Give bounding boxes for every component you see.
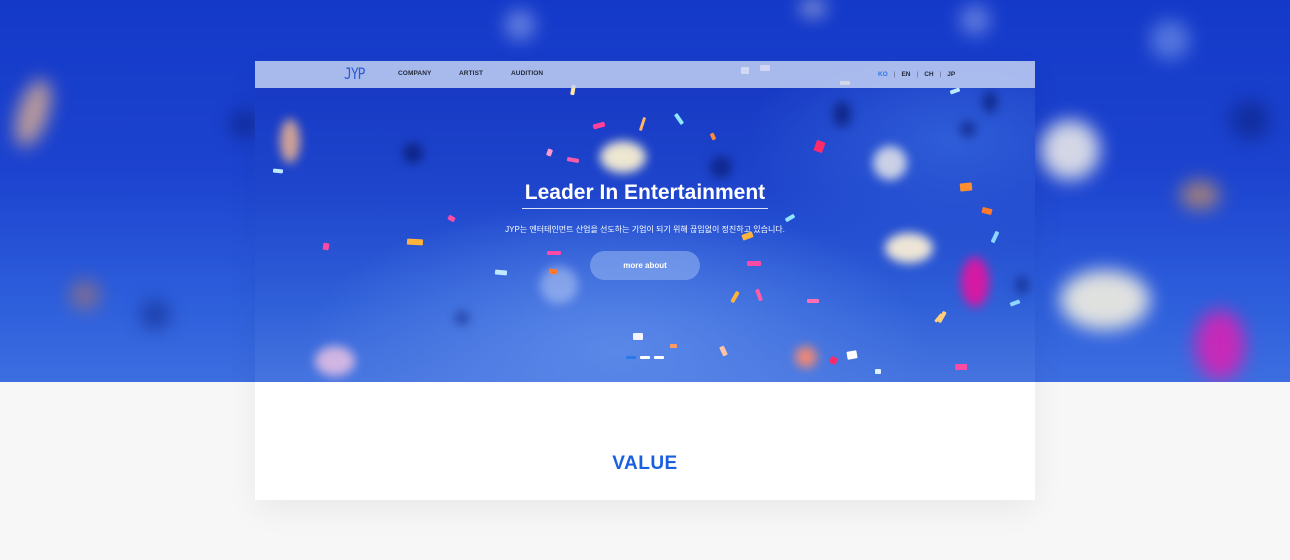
confetti-piece <box>638 116 647 132</box>
slide-indicator-1[interactable] <box>626 356 636 359</box>
confetti-piece <box>592 121 606 130</box>
value-section-heading: VALUE <box>612 453 678 474</box>
confetti-piece <box>447 214 456 223</box>
confetti-piece <box>813 139 826 154</box>
confetti-piece <box>545 148 554 157</box>
more-about-button[interactable]: more about <box>590 251 700 280</box>
page-frame: JYP COMPANY ARTIST AUDITION KO | EN | CH… <box>255 61 1035 500</box>
backdrop-bokeh <box>230 110 258 138</box>
hero-bokeh <box>280 119 300 163</box>
hero-bokeh <box>795 346 817 368</box>
backdrop-bokeh <box>800 0 826 16</box>
hero-bokeh <box>885 233 933 263</box>
confetti-piece <box>673 112 685 126</box>
top-nav: JYP COMPANY ARTIST AUDITION KO | EN | CH… <box>255 61 1035 88</box>
confetti-piece <box>709 132 717 141</box>
hero-bokeh <box>540 266 578 304</box>
hero-bokeh <box>1015 276 1029 294</box>
lang-ko[interactable]: KO <box>878 71 888 78</box>
confetti-piece <box>494 269 508 276</box>
hero-bokeh <box>833 101 851 127</box>
confetti-piece <box>633 333 643 340</box>
confetti-piece <box>1009 299 1021 307</box>
backdrop-bokeh <box>7 75 59 151</box>
jyp-logo[interactable]: JYP <box>344 64 366 87</box>
hero-banner <box>255 61 1035 382</box>
confetti-piece <box>755 288 763 302</box>
lang-separator: | <box>893 71 896 78</box>
hero-bokeh <box>961 257 989 307</box>
lang-en[interactable]: EN <box>901 71 910 78</box>
confetti-piece <box>747 261 761 266</box>
confetti-piece <box>322 242 330 251</box>
confetti-piece <box>829 356 838 365</box>
backdrop-bokeh <box>1150 20 1190 60</box>
hero-bokeh <box>960 121 976 137</box>
backdrop-bokeh <box>1180 180 1220 210</box>
lang-ch[interactable]: CH <box>924 71 933 78</box>
confetti-piece <box>807 299 819 303</box>
title-underline <box>522 208 768 209</box>
backdrop-bokeh <box>70 280 100 310</box>
confetti-piece <box>566 156 580 164</box>
confetti-piece <box>670 344 677 348</box>
confetti-piece <box>846 350 858 360</box>
lang-jp[interactable]: JP <box>947 71 955 78</box>
hero-bokeh <box>403 143 423 163</box>
backdrop-bokeh <box>1040 120 1100 180</box>
confetti-piece <box>730 290 740 304</box>
backdrop-bokeh <box>960 5 990 35</box>
backdrop-bokeh <box>1230 100 1270 140</box>
hero-subtitle: JYP는 엔터테인먼트 산업을 선도하는 기업이 되기 위해 끊임없이 정진하고… <box>505 225 785 234</box>
lang-separator: | <box>916 71 919 78</box>
backdrop-bokeh <box>140 300 170 330</box>
confetti-piece <box>784 213 796 223</box>
hero-bokeh <box>600 141 646 173</box>
hero-bokeh <box>315 346 355 376</box>
confetti-piece <box>547 251 561 255</box>
hero-bokeh <box>455 311 469 325</box>
backdrop-bokeh <box>505 10 535 40</box>
confetti-piece <box>955 364 967 370</box>
backdrop-bokeh <box>1195 310 1245 380</box>
lang-separator: | <box>939 71 942 78</box>
slide-pager <box>626 356 664 359</box>
confetti-piece <box>272 168 284 174</box>
nav-item-company[interactable]: COMPANY <box>398 70 431 77</box>
confetti-piece <box>719 345 728 357</box>
slide-indicator-2[interactable] <box>640 356 650 359</box>
language-switcher: KO | EN | CH | JP <box>878 70 955 79</box>
backdrop-bokeh <box>1060 270 1150 330</box>
hero-bokeh <box>873 146 907 180</box>
confetti-piece <box>981 206 993 216</box>
nav-item-audition[interactable]: AUDITION <box>511 70 543 77</box>
slide-indicator-3[interactable] <box>654 356 664 359</box>
hero-bokeh <box>983 91 997 113</box>
hero-bokeh <box>710 156 732 178</box>
confetti-piece <box>875 369 881 374</box>
hero-title: Leader In Entertainment <box>524 181 766 204</box>
nav-item-artist[interactable]: ARTIST <box>459 70 483 77</box>
confetti-piece <box>406 238 424 246</box>
confetti-piece <box>949 87 961 95</box>
